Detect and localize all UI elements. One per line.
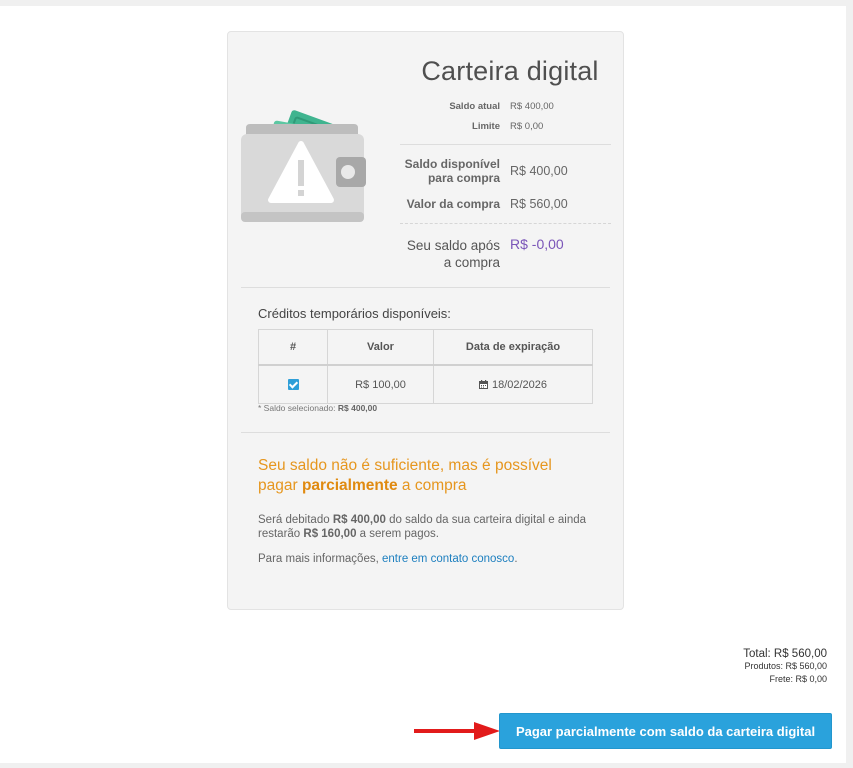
order-shipping-total: Frete: R$ 0,00 — [769, 674, 827, 684]
credit-checkbox[interactable] — [287, 379, 299, 391]
debit-text-1: Será debitado — [258, 514, 330, 526]
saldo-apos-label: Seu saldo após a compra — [406, 238, 500, 270]
valor-compra-value: R$ 560,00 — [510, 197, 568, 211]
info-suffix: . — [514, 553, 518, 565]
saldo-disponivel-label: Saldo disponível para compra — [404, 157, 500, 185]
warning-bold: parcialmente — [301, 477, 398, 494]
info-prefix: Para mais informações, — [258, 553, 379, 565]
saldo-disponivel-value: R$ 400,00 — [510, 164, 568, 178]
valor-compra-label: Valor da compra — [406, 197, 500, 211]
credits-title: Créditos temporários disponíveis: — [258, 306, 451, 321]
wallet-title: Carteira digital — [421, 56, 599, 86]
wallet-card: Carteira digital Saldo atual R$ 400,00 L… — [227, 31, 624, 610]
credits-table: # Valor Data de expiração R$ 100,00 18/0… — [258, 329, 593, 404]
saldo-apos-value: R$ -0,00 — [510, 236, 564, 252]
remaining-amount: R$ 160,00 — [303, 528, 357, 540]
section-divider-2 — [241, 432, 610, 433]
summary-divider — [400, 144, 611, 145]
limite-row: Limite R$ 0,00 — [400, 121, 612, 132]
debit-text-3: a serem pagos. — [359, 528, 439, 540]
saldo-atual-label: Saldo atual — [449, 101, 500, 112]
order-total: Total: R$ 560,00 — [743, 648, 827, 660]
calendar-icon — [478, 379, 488, 389]
valor-compra-row: Valor da compra R$ 560,00 — [400, 197, 612, 211]
arrow-right-icon — [414, 722, 500, 740]
limite-value: R$ 0,00 — [510, 121, 544, 132]
page-top-border — [0, 0, 853, 6]
totals-divider — [400, 223, 611, 224]
credit-select-cell — [258, 364, 328, 404]
contact-link[interactable]: entre em contato conosco — [382, 553, 514, 565]
page-bottom-border — [0, 763, 853, 768]
credit-valor: R$ 100,00 — [327, 364, 434, 404]
section-divider — [241, 287, 610, 288]
order-products-total: Produtos: R$ 560,00 — [744, 661, 827, 671]
saldo-atual-row: Saldo atual R$ 400,00 — [400, 101, 612, 112]
debit-explanation: Será debitado R$ 400,00 do saldo da sua … — [258, 513, 588, 541]
saldo-atual-value: R$ 400,00 — [510, 101, 554, 112]
order-totals: Total: R$ 560,00 Produtos: R$ 560,00 Fre… — [743, 648, 827, 686]
col-header-expiracao: Data de expiração — [433, 329, 593, 366]
warning-suffix: a compra — [401, 477, 467, 494]
page-right-border — [846, 0, 853, 768]
contact-info: Para mais informações, entre em contato … — [258, 553, 518, 565]
note-prefix: * Saldo selecionado: — [258, 403, 336, 413]
note-value: R$ 400,00 — [337, 403, 378, 413]
saldo-apos-row: Seu saldo após a compra R$ -0,00 — [400, 236, 612, 271]
debit-amount: R$ 400,00 — [332, 514, 386, 526]
pay-partially-button[interactable]: Pagar parcialmente com saldo da carteira… — [499, 713, 832, 749]
table-row: R$ 100,00 18/02/2026 — [258, 364, 593, 404]
col-header-index: # — [258, 329, 328, 366]
credit-expiracao-date: 18/02/2026 — [491, 378, 548, 391]
saldo-disponivel-row: Saldo disponível para compra R$ 400,00 — [400, 157, 612, 185]
credit-expiracao-cell: 18/02/2026 — [433, 364, 593, 404]
selected-balance-note: * Saldo selecionado: R$ 400,00 — [258, 403, 377, 413]
col-header-valor: Valor — [327, 329, 434, 366]
insufficient-balance-warning: Seu saldo não é suficiente, mas é possív… — [258, 456, 588, 496]
wallet-warning-icon — [241, 110, 366, 222]
limite-label: Limite — [472, 121, 500, 132]
credits-header-row: # Valor Data de expiração — [258, 329, 593, 366]
